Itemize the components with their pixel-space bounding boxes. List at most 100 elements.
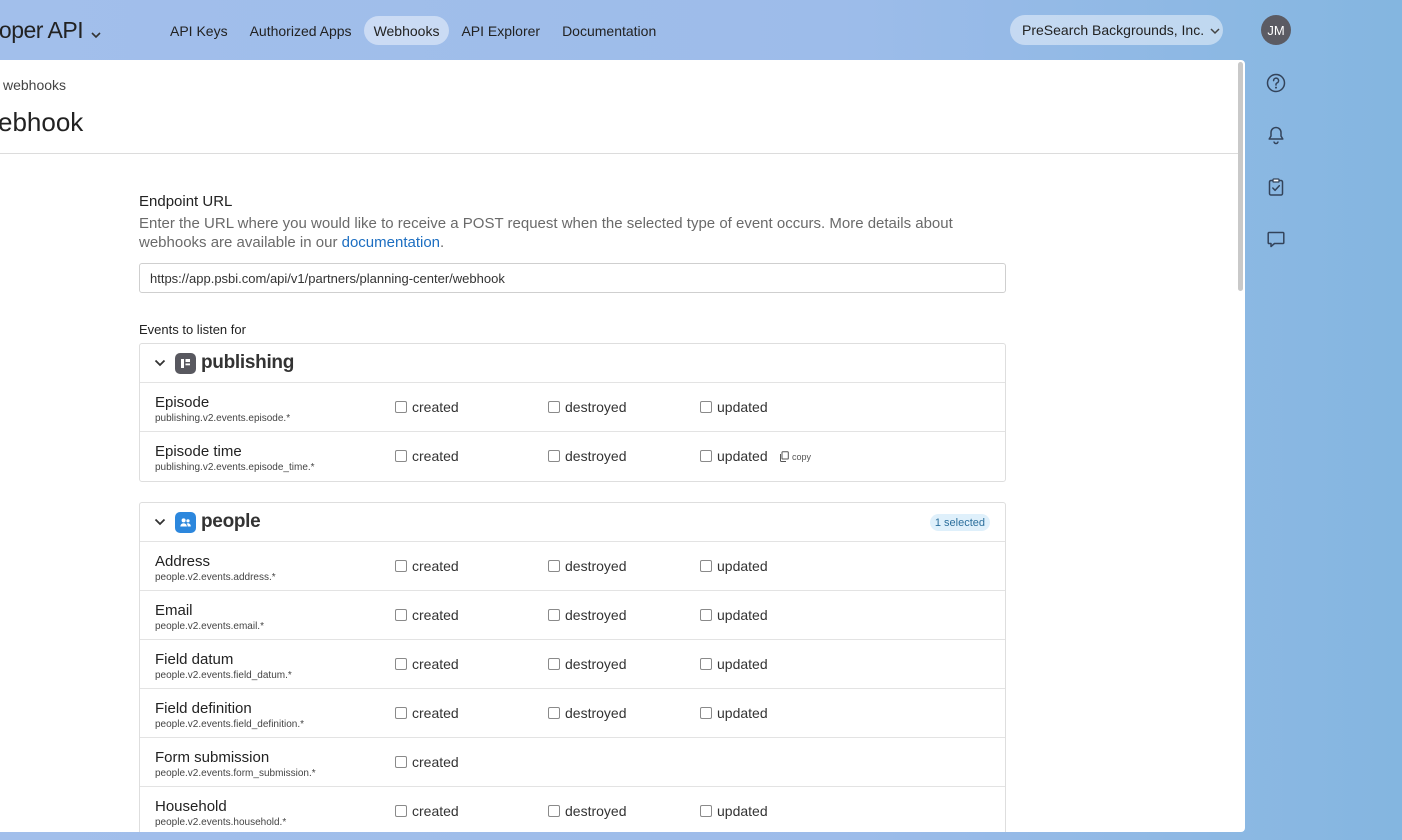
updated-checkbox[interactable] — [700, 609, 712, 621]
created-option[interactable]: created — [395, 705, 459, 721]
created-option[interactable]: created — [395, 399, 459, 415]
nav-api-keys[interactable]: API Keys — [160, 16, 238, 45]
created-checkbox[interactable] — [395, 560, 407, 572]
created-option[interactable]: created — [395, 656, 459, 672]
updated-option[interactable]: updated — [700, 399, 768, 415]
created-checkbox[interactable] — [395, 401, 407, 413]
nav-documentation[interactable]: Documentation — [552, 16, 666, 45]
option-label: updated — [717, 448, 768, 464]
event-row: Episode publishing.v2.events.episode.* c… — [140, 383, 1005, 432]
nav-api-explorer[interactable]: API Explorer — [451, 16, 550, 45]
copy-button[interactable]: copy — [779, 451, 811, 462]
destroyed-option[interactable]: destroyed — [548, 607, 626, 623]
created-option[interactable]: created — [395, 607, 459, 623]
chevron-down-icon[interactable] — [154, 518, 168, 526]
chevron-down-icon — [91, 18, 101, 45]
option-label: destroyed — [565, 607, 627, 623]
created-checkbox[interactable] — [395, 805, 407, 817]
created-option[interactable]: created — [395, 754, 459, 770]
destroyed-checkbox[interactable] — [548, 805, 560, 817]
bell-icon[interactable] — [1265, 124, 1287, 146]
endpoint-url-input[interactable] — [139, 263, 1006, 293]
resource-key: publishing.v2.events.episode.* — [155, 413, 291, 424]
updated-option[interactable]: updated — [700, 705, 768, 721]
updated-checkbox[interactable] — [700, 560, 712, 572]
resource-key: publishing.v2.events.episode_time.* — [155, 462, 315, 473]
resource-name: Episode time — [155, 443, 242, 460]
option-label: created — [412, 656, 459, 672]
created-option[interactable]: created — [395, 558, 459, 574]
destroyed-option[interactable]: destroyed — [548, 448, 626, 464]
people-icon — [175, 511, 196, 533]
updated-option[interactable]: updated — [700, 558, 768, 574]
option-label: destroyed — [565, 558, 627, 574]
updated-option[interactable]: updated — [700, 656, 768, 672]
destroyed-option[interactable]: destroyed — [548, 558, 626, 574]
resource-name: Form submission — [155, 749, 270, 766]
app-switcher[interactable]: eloper API — [0, 15, 101, 45]
clipboard-check-icon[interactable] — [1265, 176, 1287, 198]
chat-icon[interactable] — [1265, 228, 1287, 250]
destroyed-option[interactable]: destroyed — [548, 705, 626, 721]
destroyed-checkbox[interactable] — [548, 560, 560, 572]
updated-option[interactable]: updated — [700, 803, 768, 819]
chevron-down-icon[interactable] — [154, 359, 168, 367]
created-checkbox[interactable] — [395, 707, 407, 719]
updated-option[interactable]: updated — [700, 448, 768, 464]
help-icon[interactable] — [1265, 72, 1287, 94]
destroyed-option[interactable]: destroyed — [548, 399, 626, 415]
created-checkbox[interactable] — [395, 756, 407, 768]
help-text-end: . — [440, 234, 445, 251]
nav-authorized-apps[interactable]: Authorized Apps — [240, 16, 362, 45]
destroyed-checkbox[interactable] — [548, 658, 560, 670]
created-checkbox[interactable] — [395, 609, 407, 621]
option-label: created — [412, 607, 459, 623]
updated-option[interactable]: updated — [700, 607, 768, 623]
option-label: updated — [717, 803, 768, 819]
event-row: Email people.v2.events.email.* created d… — [140, 591, 1005, 640]
created-checkbox[interactable] — [395, 658, 407, 670]
option-label: destroyed — [565, 803, 627, 819]
people-header: people 1 selected — [140, 503, 1005, 542]
top-bar: eloper API API Keys Authorized Apps Webh… — [0, 0, 1402, 60]
option-label: created — [412, 754, 459, 770]
resource-key: people.v2.events.field_definition.* — [155, 719, 304, 730]
scrollbar[interactable] — [1238, 62, 1243, 291]
main-nav: API Keys Authorized Apps Webhooks API Ex… — [160, 16, 666, 45]
created-option[interactable]: created — [395, 448, 459, 464]
destroyed-checkbox[interactable] — [548, 609, 560, 621]
option-label: destroyed — [565, 448, 627, 464]
event-row: Field datum people.v2.events.field_datum… — [140, 640, 1005, 689]
endpoint-url-help: Enter the URL where you would like to re… — [139, 214, 1009, 252]
documentation-link[interactable]: documentation — [342, 234, 440, 251]
destroyed-checkbox[interactable] — [548, 401, 560, 413]
organization-name: PreSearch Backgrounds, Inc. — [1022, 22, 1205, 38]
updated-checkbox[interactable] — [700, 658, 712, 670]
option-label: created — [412, 448, 459, 464]
destroyed-option[interactable]: destroyed — [548, 803, 626, 819]
resource-name: Episode — [155, 394, 210, 411]
resource-key: people.v2.events.household.* — [155, 817, 287, 828]
updated-checkbox[interactable] — [700, 707, 712, 719]
option-label: updated — [717, 558, 768, 574]
breadcrumb[interactable]: webhooks — [3, 77, 66, 93]
created-option[interactable]: created — [395, 803, 459, 819]
updated-checkbox[interactable] — [700, 401, 712, 413]
organization-switcher[interactable]: PreSearch Backgrounds, Inc. — [1010, 15, 1223, 45]
option-label: updated — [717, 705, 768, 721]
created-checkbox[interactable] — [395, 450, 407, 462]
resource-name: Field definition — [155, 700, 252, 717]
event-row: Household people.v2.events.household.* c… — [140, 787, 1005, 832]
destroyed-checkbox[interactable] — [548, 707, 560, 719]
resource-key: people.v2.events.email.* — [155, 621, 264, 632]
page-title: ebhook — [0, 107, 84, 137]
option-label: updated — [717, 399, 768, 415]
nav-webhooks[interactable]: Webhooks — [363, 16, 450, 45]
updated-checkbox[interactable] — [700, 450, 712, 462]
updated-checkbox[interactable] — [700, 805, 712, 817]
people-card: people 1 selected Address people.v2.even… — [139, 502, 1006, 832]
destroyed-checkbox[interactable] — [548, 450, 560, 462]
user-avatar[interactable]: JM — [1261, 15, 1291, 45]
destroyed-option[interactable]: destroyed — [548, 656, 626, 672]
copy-icon — [780, 451, 789, 462]
